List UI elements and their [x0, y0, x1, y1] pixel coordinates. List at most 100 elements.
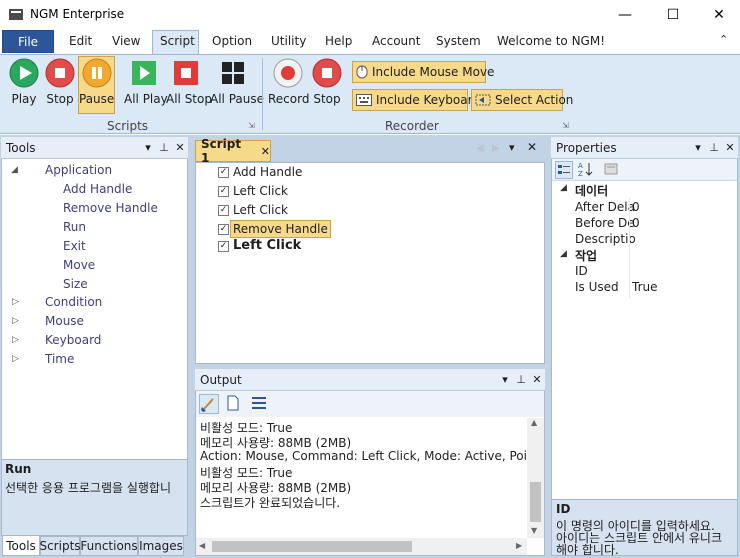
script-row-4-selected[interactable]: Remove Handle [230, 220, 331, 238]
checkbox-checked[interactable]: ✓ [218, 205, 229, 216]
close-tab-icon[interactable]: ✕ [261, 145, 270, 158]
recorder-stop-button[interactable]: Stop [310, 58, 344, 106]
collapse-arrow-icon[interactable]: ▷ [12, 354, 19, 364]
play-button[interactable]: Play [6, 58, 42, 106]
menu-bar [0, 30, 740, 54]
output-dropdown-icon[interactable]: ▾ [497, 373, 513, 386]
collapse-arrow-icon[interactable]: ▷ [12, 316, 19, 326]
tools-panel-close-icon[interactable]: ✕ [172, 141, 188, 154]
document-close-icon[interactable]: ✕ [527, 140, 537, 154]
output-close-icon[interactable]: ✕ [529, 373, 545, 386]
checkbox-checked[interactable]: ✓ [218, 167, 229, 178]
document-menu-icon[interactable]: ▾ [509, 141, 515, 154]
property-name[interactable]: Descriptio [575, 232, 636, 246]
script-row-5[interactable]: Left Click [233, 238, 301, 253]
menu-view[interactable]: View [112, 34, 140, 48]
tree-item-mouse[interactable]: Mouse [45, 314, 84, 328]
menu-option[interactable]: Option [212, 34, 252, 48]
stop-button[interactable]: Stop [44, 58, 76, 106]
include-keyboard-toggle[interactable]: Include Keyboard [352, 89, 480, 111]
output-pin-icon[interactable]: ⊥ [513, 373, 529, 386]
tab-scroll-left-icon[interactable]: ◀ [476, 143, 484, 154]
script-tab-label: Script 1 [201, 137, 242, 165]
tools-panel-dropdown-icon[interactable]: ▾ [140, 141, 156, 154]
menu-help[interactable]: Help [325, 34, 352, 48]
properties-dropdown-icon[interactable]: ▾ [690, 141, 706, 154]
stop-icon [312, 58, 342, 88]
output-horizontal-scrollbar[interactable]: ◀ ▶ [196, 538, 527, 555]
script-row-2[interactable]: Left Click [233, 184, 288, 198]
bottom-tab-tools[interactable]: Tools [2, 536, 40, 556]
wrap-output-icon[interactable] [250, 394, 270, 414]
collapse-arrow-icon[interactable]: ▷ [12, 297, 19, 307]
recorder-group-launcher-icon[interactable]: ⇲ [562, 121, 569, 130]
property-pages-icon[interactable] [603, 161, 621, 179]
all-pause-button[interactable]: All Pause [210, 58, 264, 106]
collapse-arrow-icon[interactable]: ▷ [12, 335, 19, 345]
tree-item-run[interactable]: Run [63, 220, 86, 234]
clear-output-icon[interactable] [199, 394, 219, 414]
menu-utility[interactable]: Utility [271, 34, 306, 48]
checkbox-checked[interactable]: ✓ [218, 186, 229, 197]
tree-item-condition[interactable]: Condition [45, 295, 102, 309]
window-title: NGM Enterprise [30, 7, 125, 21]
output-vertical-scrollbar[interactable]: ▲ ▼ [527, 418, 544, 538]
stop-icon [45, 58, 75, 88]
close-button[interactable]: ✕ [696, 0, 740, 30]
recorder-group-caption: Recorder [385, 119, 439, 133]
include-mouse-move-toggle[interactable]: Include Mouse Move [352, 61, 494, 83]
tree-item-keyboard[interactable]: Keyboard [45, 333, 101, 347]
category-collapse-icon[interactable]: ◢ [560, 183, 567, 193]
menu-system[interactable]: System [436, 34, 481, 48]
categorized-view-icon[interactable] [555, 161, 573, 179]
tools-panel-pin-icon[interactable]: ⊥ [156, 141, 172, 154]
menu-account[interactable]: Account [372, 34, 420, 48]
menu-edit[interactable]: Edit [69, 34, 92, 48]
tree-item-size[interactable]: Size [63, 277, 88, 291]
bottom-tab-scripts[interactable]: Scripts [39, 536, 81, 556]
keyboard-icon [356, 92, 372, 108]
alphabetical-view-icon[interactable]: AZ [577, 161, 595, 179]
property-grid-divider [629, 198, 630, 298]
output-line: 스크립트가 완료되었습니다. [200, 496, 341, 510]
tree-item-remove-handle[interactable]: Remove Handle [63, 201, 158, 215]
script-row-1[interactable]: Add Handle [233, 165, 302, 179]
tab-scroll-right-icon[interactable]: ▶ [492, 143, 500, 154]
bottom-tab-images[interactable]: Images [138, 536, 184, 556]
properties-pin-icon[interactable]: ⊥ [706, 141, 722, 154]
copy-output-icon[interactable] [224, 394, 244, 414]
select-action-toggle[interactable]: Select Action [471, 89, 573, 111]
property-value[interactable]: 0 [632, 216, 640, 230]
property-name[interactable]: Before De [575, 216, 635, 230]
tab-script-1[interactable]: Script 1 ✕ [195, 137, 271, 165]
expand-arrow-icon[interactable]: ◢ [11, 165, 18, 175]
all-play-button[interactable]: All Play [124, 58, 168, 106]
tree-item-time[interactable]: Time [45, 352, 74, 366]
property-name[interactable]: ID [575, 264, 588, 278]
property-value[interactable]: 0 [632, 200, 640, 214]
checkbox-checked[interactable]: ✓ [218, 224, 229, 235]
properties-close-icon[interactable]: ✕ [722, 141, 738, 154]
property-name[interactable]: After Dela [575, 200, 635, 214]
bottom-tab-functions[interactable]: Functions [80, 536, 138, 556]
property-value[interactable]: True [632, 280, 658, 294]
file-menu-button[interactable]: File [2, 30, 54, 53]
record-button[interactable]: Record [268, 58, 309, 106]
collapse-ribbon-icon[interactable]: ⌃ [719, 33, 728, 46]
checkbox-checked[interactable]: ✓ [218, 241, 229, 252]
category-collapse-icon[interactable]: ◢ [560, 249, 567, 259]
property-category-data[interactable]: 데이터 [575, 182, 608, 199]
all-stop-button[interactable]: All Stop [166, 58, 212, 106]
menu-script[interactable]: Script [160, 34, 195, 48]
script-row-3[interactable]: Left Click [233, 203, 288, 217]
pause-button[interactable]: Pause [78, 56, 115, 114]
tree-item-exit[interactable]: Exit [63, 239, 86, 253]
tree-item-application[interactable]: Application [45, 163, 112, 177]
minimize-button[interactable]: — [602, 0, 648, 30]
tree-item-add-handle[interactable]: Add Handle [63, 182, 132, 196]
property-name[interactable]: Is Used [575, 280, 619, 294]
tree-item-move[interactable]: Move [63, 258, 95, 272]
scripts-group-launcher-icon[interactable]: ⇲ [248, 121, 255, 130]
maximize-button[interactable]: ☐ [650, 0, 696, 30]
property-category-work[interactable]: 작업 [575, 247, 597, 264]
